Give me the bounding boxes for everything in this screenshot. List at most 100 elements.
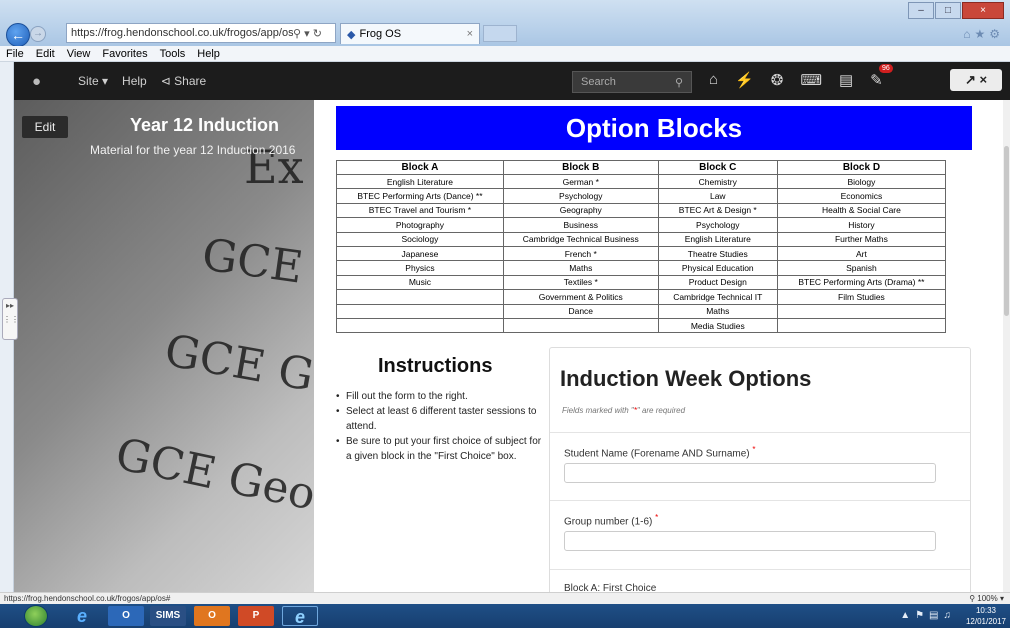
- system-tray-icons[interactable]: ▲⚑▤♫: [900, 610, 956, 621]
- instruction-item: Be sure to put your first choice of subj…: [336, 434, 546, 464]
- clock-date: 12/01/2017: [965, 617, 1006, 626]
- header-block-a: Block A: [336, 160, 504, 175]
- table-cell: [336, 303, 504, 319]
- induction-form: Induction Week Options Fields marked wit…: [549, 347, 971, 592]
- table-cell: French *: [502, 245, 659, 262]
- table-row: Japanese French * Theatre Studies Art: [336, 245, 947, 262]
- required-note-pre: Fields marked with ": [562, 406, 634, 415]
- home-icon[interactable]: ⌂: [709, 71, 718, 89]
- keyboard-icon[interactable]: ⌨: [800, 71, 822, 89]
- group-number-input[interactable]: [564, 531, 936, 551]
- option-blocks-table: Block A Block B Block C Block D English …: [336, 160, 947, 334]
- help-link[interactable]: Help: [122, 74, 147, 88]
- menu-file[interactable]: File: [6, 48, 24, 60]
- share-button[interactable]: ⊲ Share: [161, 74, 206, 88]
- internet-explorer-icon[interactable]: e: [64, 606, 100, 626]
- search-placeholder: Search: [581, 76, 616, 88]
- table-cell: Physics: [336, 260, 504, 276]
- student-name-input[interactable]: [564, 463, 936, 483]
- instruction-item: Fill out the form to the right.: [336, 389, 546, 404]
- table-cell: Art: [776, 245, 947, 262]
- table-cell: Biology: [776, 173, 947, 190]
- notifications-icon[interactable]: ✎ 96: [870, 64, 893, 89]
- maximize-button[interactable]: □: [935, 2, 961, 19]
- table-cell: BTEC Performing Arts (Drama) **: [776, 274, 947, 291]
- table-row: BTEC Performing Arts (Dance) ** Psycholog…: [336, 188, 947, 204]
- table-cell: English Literature: [336, 173, 504, 190]
- lightning-icon[interactable]: ⚡: [735, 71, 754, 89]
- sims-taskbar-button[interactable]: SIMS: [150, 606, 186, 626]
- tab-frog-os[interactable]: ◆ Frog OS ×: [340, 23, 480, 44]
- document-icon[interactable]: ▤: [839, 71, 853, 89]
- clock-time: 10:33: [975, 606, 996, 615]
- table-cell: BTEC Performing Arts (Dance) **: [336, 188, 504, 204]
- forward-arrow-icon[interactable]: →: [30, 26, 46, 42]
- menu-edit[interactable]: Edit: [36, 48, 55, 60]
- address-url[interactable]: https://frog.hendonschool.co.uk/frogos/a…: [71, 27, 293, 39]
- close-window-button[interactable]: ×: [962, 2, 1004, 19]
- table-cell: [502, 317, 659, 334]
- table-cell: Japanese: [336, 245, 504, 262]
- internet-explorer-active-icon[interactable]: e: [282, 606, 318, 627]
- instruction-item: Select at least 6 different taster sessi…: [336, 404, 546, 434]
- home-star-gear-icons[interactable]: ⌂★⚙: [963, 27, 1004, 41]
- outlook-icon[interactable]: O: [108, 606, 144, 626]
- table-cell: Business: [502, 217, 659, 233]
- menu-bar: File Edit View Favorites Tools Help: [0, 46, 1010, 62]
- required-note-post: " are required: [636, 406, 686, 415]
- site-label: Site: [78, 74, 99, 88]
- table-cell: Health & Social Care: [776, 202, 947, 219]
- table-row: Physics Maths Physical Education Spanish: [336, 260, 947, 276]
- minimize-button[interactable]: –: [908, 2, 934, 19]
- required-note: Fields marked with "*" are required: [562, 406, 685, 415]
- search-icon[interactable]: ⚲: [675, 76, 683, 89]
- table-cell: Product Design: [657, 274, 778, 291]
- menu-tools[interactable]: Tools: [160, 48, 186, 60]
- table-row: Media Studies: [336, 317, 947, 334]
- table-cell: Spanish: [776, 260, 947, 276]
- table-cell: Economics: [776, 188, 947, 204]
- frog-search-input[interactable]: Search ⚲: [572, 71, 692, 93]
- tab-close-icon[interactable]: ×: [467, 28, 473, 40]
- menu-favorites[interactable]: Favorites: [102, 48, 147, 60]
- header-block-b: Block B: [502, 160, 659, 175]
- status-bar: https://frog.hendonschool.co.uk/frogos/a…: [0, 592, 1010, 604]
- table-cell: BTEC Travel and Tourism *: [336, 202, 504, 219]
- table-cell: Physical Education: [657, 260, 778, 276]
- menu-help[interactable]: Help: [197, 48, 220, 60]
- frog-logo-icon[interactable]: ●: [32, 73, 56, 90]
- block-a-first-choice-label: Block A: First Choice: [564, 583, 657, 592]
- table-cell: English Literature: [657, 231, 778, 247]
- table-cell: [776, 317, 947, 334]
- onenote-outlook-icon[interactable]: O: [194, 606, 230, 626]
- taskbar-clock[interactable]: 10:33 12/01/2017: [966, 605, 1006, 627]
- puzzle-icon[interactable]: ❂: [771, 71, 784, 89]
- table-cell: Music: [336, 274, 504, 291]
- page-scrollbar[interactable]: [1003, 100, 1010, 592]
- option-blocks-banner: Option Blocks: [336, 106, 972, 150]
- zoom-level[interactable]: ⚲ 100% ▾: [969, 593, 1004, 604]
- background-word: GCE: [198, 229, 306, 294]
- table-header-row: Block A Block B Block C Block D: [336, 160, 947, 175]
- address-bar[interactable]: https://frog.hendonschool.co.uk/frogos/a…: [66, 23, 336, 43]
- side-panel-handle[interactable]: ▸▸ ⋮⋮: [2, 298, 19, 340]
- scrollbar-thumb[interactable]: [1004, 146, 1009, 316]
- table-cell: [336, 317, 504, 334]
- search-refresh-icon[interactable]: ⚲ ▾ ↻: [293, 27, 335, 40]
- tab-title: Frog OS: [359, 28, 402, 40]
- table-row: Dance Maths: [336, 303, 947, 319]
- new-tab-button[interactable]: [483, 25, 517, 42]
- menu-view[interactable]: View: [67, 48, 91, 60]
- edit-button[interactable]: Edit: [22, 116, 68, 138]
- powerpoint-icon[interactable]: P: [238, 606, 274, 626]
- window-controls: – □ ×: [908, 2, 1004, 19]
- table-cell: [776, 303, 947, 319]
- status-url: https://frog.hendonschool.co.uk/frogos/a…: [4, 594, 171, 603]
- site-menu[interactable]: Site ▾: [78, 74, 108, 88]
- share-icon: ⊲: [160, 74, 171, 88]
- student-name-label: Student Name (Forename AND Surname) *: [564, 445, 756, 459]
- fullscreen-close-button[interactable]: ↗ ×: [950, 69, 1002, 91]
- page-sidebar-panel: Ex GCE GCE Ge GCE Geog: [14, 100, 314, 592]
- start-button[interactable]: [24, 605, 48, 627]
- back-arrow-icon[interactable]: ←: [6, 23, 30, 47]
